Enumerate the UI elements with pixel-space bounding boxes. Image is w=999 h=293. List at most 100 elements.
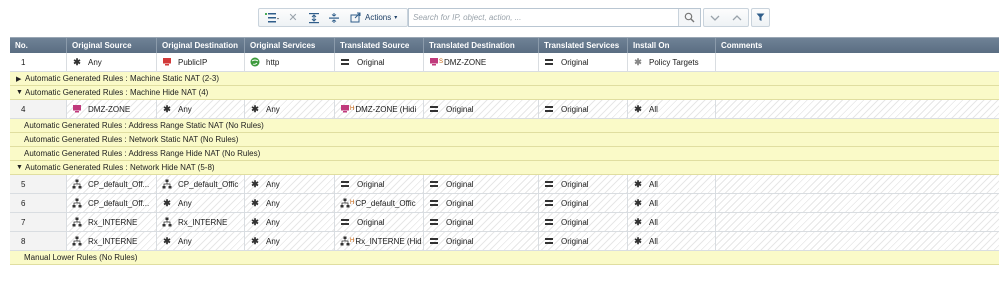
comments-cell[interactable] xyxy=(716,194,999,212)
translated-services-cell[interactable]: Original xyxy=(539,232,628,250)
original-destination-cell[interactable]: PublicIP xyxy=(157,53,245,71)
asterisk-icon: ✱ xyxy=(251,178,259,189)
install-on-cell[interactable]: ✱ All xyxy=(628,232,716,250)
translated-services-cell[interactable]: Original xyxy=(539,175,628,193)
column-header-original-source[interactable]: Original Source xyxy=(67,38,157,53)
chevron-up-icon xyxy=(732,14,742,20)
column-header-translated-destination[interactable]: Translated Destination xyxy=(424,38,539,53)
column-header-comments[interactable]: Comments xyxy=(716,38,999,53)
original-services-cell[interactable]: ✱ Any xyxy=(245,213,335,231)
comments-cell[interactable] xyxy=(716,175,999,193)
rule-number: 7 xyxy=(10,213,67,231)
network-icon xyxy=(72,236,82,246)
table-row[interactable]: 7 Rx_INTERNE Rx_INTERNE ✱ Any Original Or… xyxy=(10,213,999,232)
translated-source-cell[interactable]: H DMZ-ZONE (Hidi xyxy=(335,100,424,118)
section-header[interactable]: ▼ Automatic Generated Rules : Network Hid… xyxy=(10,161,999,175)
next-match-button[interactable] xyxy=(705,9,725,26)
original-source-cell[interactable]: Rx_INTERNE xyxy=(67,213,157,231)
comments-cell[interactable] xyxy=(716,100,999,118)
column-header-translated-services[interactable]: Translated Services xyxy=(539,38,628,53)
translated-destination-cell[interactable]: Original xyxy=(424,213,539,231)
section-header[interactable]: ▼ Automatic Generated Rules : Machine Hid… xyxy=(10,86,999,100)
section-header[interactable]: Automatic Generated Rules : Network Stat… xyxy=(10,133,999,147)
translated-destination-cell[interactable]: Original xyxy=(424,194,539,212)
export-icon xyxy=(350,12,361,23)
original-destination-cell[interactable]: ✱ Any xyxy=(157,232,245,250)
original-destination-cell[interactable]: ✱ Any xyxy=(157,194,245,212)
original-destination-cell[interactable]: ✱ Any xyxy=(157,100,245,118)
column-header-install-on[interactable]: Install On xyxy=(628,38,716,53)
table-row[interactable]: 6 CP_default_Off... ✱ Any ✱ Any H CP_defaul… xyxy=(10,194,999,213)
original-services-cell[interactable]: ✱ Any xyxy=(245,232,335,250)
filter-icon xyxy=(756,13,765,21)
table-row[interactable]: 5 CP_default_Off... CP_default_Offic ✱ An… xyxy=(10,175,999,194)
translated-destination-cell[interactable]: Original xyxy=(424,100,539,118)
chevron-down-icon[interactable]: ▼ xyxy=(16,89,25,96)
comments-cell[interactable] xyxy=(716,232,999,250)
table-row[interactable]: 1 ✱ Any PublicIP http Original S DMZ-ZONE … xyxy=(10,53,999,72)
install-on-cell[interactable]: ✱ All xyxy=(628,213,716,231)
translated-destination-cell[interactable]: S DMZ-ZONE xyxy=(424,53,539,71)
asterisk-icon: ✱ xyxy=(251,197,259,208)
original-services-cell[interactable]: http xyxy=(245,53,335,71)
translated-services-cell[interactable]: Original xyxy=(539,53,628,71)
delete-button[interactable]: ✕ xyxy=(286,9,300,26)
original-destination-cell[interactable]: Rx_INTERNE xyxy=(157,213,245,231)
install-on-cell[interactable]: ✱ All xyxy=(628,175,716,193)
original-source-cell[interactable]: DMZ-ZONE xyxy=(67,100,157,118)
translated-source-cell[interactable]: H CP_default_Offic xyxy=(335,194,424,212)
original-services-cell[interactable]: ✱ Any xyxy=(245,100,335,118)
translated-source-cell[interactable]: Original xyxy=(335,53,424,71)
add-rule-button[interactable] xyxy=(262,9,282,26)
network-icon xyxy=(72,179,82,189)
original-source-cell[interactable]: ✱ Any xyxy=(67,53,157,71)
column-header-translated-source[interactable]: Translated Source xyxy=(335,38,424,53)
chevron-down-icon: ▾ xyxy=(394,15,398,21)
section-header[interactable]: ▶ Automatic Generated Rules : Machine Sta… xyxy=(10,72,999,86)
translated-destination-cell[interactable]: Original xyxy=(424,232,539,250)
chevron-down-icon[interactable]: ▼ xyxy=(16,164,25,171)
section-header[interactable]: Automatic Generated Rules : Address Rang… xyxy=(10,147,999,161)
comments-cell[interactable] xyxy=(716,53,999,71)
table-row[interactable]: 4 DMZ-ZONE ✱ Any ✱ Any H DMZ-ZONE (Hidi Ori… xyxy=(10,100,999,119)
original-destination-cell[interactable]: CP_default_Offic xyxy=(157,175,245,193)
original-services-cell[interactable]: ✱ Any xyxy=(245,194,335,212)
network-icon xyxy=(72,198,82,208)
equals-icon xyxy=(545,59,553,65)
section-header[interactable]: Manual Lower Rules (No Rules) xyxy=(10,251,999,265)
install-on-cell[interactable]: ✱ All xyxy=(628,100,716,118)
install-on-cell[interactable]: ✱ Policy Targets xyxy=(628,53,716,71)
move-down-button[interactable] xyxy=(326,9,342,26)
translated-source-cell[interactable]: Original xyxy=(335,175,424,193)
close-icon: ✕ xyxy=(288,12,298,24)
chevron-right-icon[interactable]: ▶ xyxy=(16,75,25,83)
table-row[interactable]: 8 Rx_INTERNE ✱ Any ✱ Any H Rx_INTERNE (Hid … xyxy=(10,232,999,251)
original-source-cell[interactable]: CP_default_Off... xyxy=(67,175,157,193)
translated-services-cell[interactable]: Original xyxy=(539,213,628,231)
original-source-cell[interactable]: Rx_INTERNE xyxy=(67,232,157,250)
translated-services-cell[interactable]: Original xyxy=(539,194,628,212)
network-icon xyxy=(72,217,82,227)
translated-source-cell[interactable]: Original xyxy=(335,213,424,231)
translated-destination-cell[interactable]: Original xyxy=(424,175,539,193)
equals-icon xyxy=(430,238,438,244)
expand-rows-icon xyxy=(329,12,339,23)
column-header-no[interactable]: No. xyxy=(10,38,67,53)
equals-icon xyxy=(545,181,553,187)
original-source-cell[interactable]: CP_default_Off... xyxy=(67,194,157,212)
previous-match-button[interactable] xyxy=(727,9,747,26)
move-up-button[interactable] xyxy=(306,9,322,26)
actions-menu-button[interactable]: Actions ▾ xyxy=(347,9,407,26)
column-header-original-services[interactable]: Original Services xyxy=(245,38,335,53)
column-header-original-destination[interactable]: Original Destination xyxy=(157,38,245,53)
section-header[interactable]: Automatic Generated Rules : Address Rang… xyxy=(10,119,999,133)
original-services-cell[interactable]: ✱ Any xyxy=(245,175,335,193)
translated-services-cell[interactable]: Original xyxy=(539,100,628,118)
install-on-cell[interactable]: ✱ All xyxy=(628,194,716,212)
filter-button[interactable] xyxy=(752,9,769,26)
search-input[interactable] xyxy=(409,9,679,26)
translated-source-cell[interactable]: H Rx_INTERNE (Hid xyxy=(335,232,424,250)
search-button[interactable] xyxy=(678,9,700,26)
comments-cell[interactable] xyxy=(716,213,999,231)
rule-number: 1 xyxy=(10,53,67,71)
